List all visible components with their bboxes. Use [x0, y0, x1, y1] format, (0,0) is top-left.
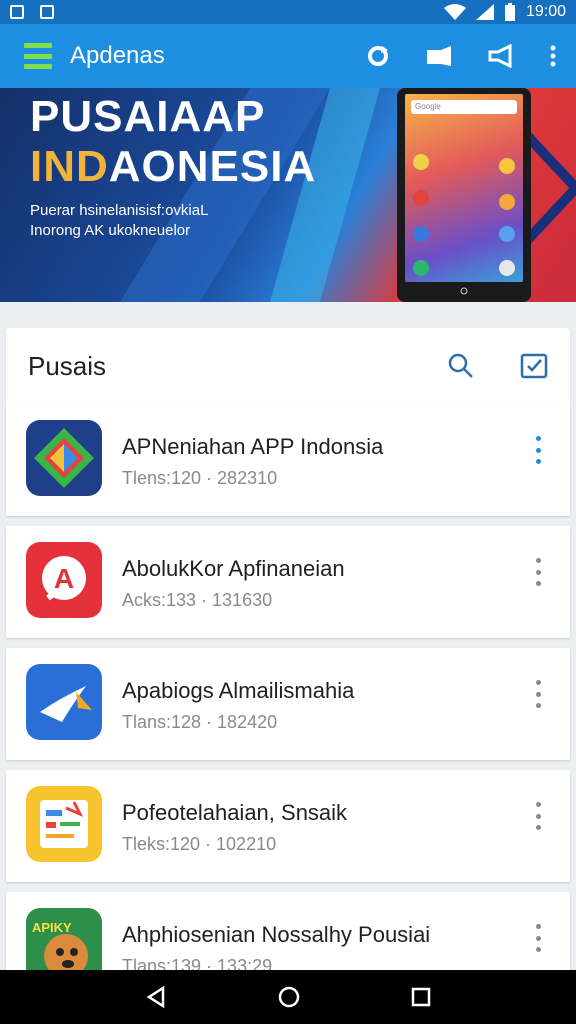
- status-bar: 19:00: [0, 0, 576, 24]
- app-notification-icon: [40, 5, 54, 19]
- recents-icon[interactable]: [411, 987, 431, 1007]
- back-icon[interactable]: [145, 986, 167, 1008]
- wifi-icon: [443, 4, 466, 20]
- checklist-icon[interactable]: [520, 353, 548, 379]
- phone-app-icon: [499, 194, 515, 210]
- app-meta: Tleks:120 · 102210: [122, 834, 277, 854]
- green-diamond-icon: [26, 420, 102, 496]
- list-title: Pusais: [28, 350, 107, 381]
- app-meta: Tlans:128 · 182420: [122, 712, 278, 732]
- more-options-icon[interactable]: [550, 44, 556, 68]
- app-name: Ahphiosenian Nossalhy Pousiai: [122, 922, 431, 947]
- red-a-badge-icon: A: [26, 542, 102, 618]
- svg-text:A: A: [54, 563, 74, 594]
- signal-icon: [475, 4, 494, 20]
- app-title: Apdenas: [70, 42, 165, 69]
- list-item[interactable]: APNeniahan APP Indonsia Tlens:120 · 2823…: [6, 404, 570, 516]
- banner-subtitle-line2: Inorong AK ukokneuelor: [30, 222, 191, 239]
- more-options-icon[interactable]: [534, 924, 542, 952]
- yellow-chart-icon: [26, 786, 102, 862]
- app-name: APNeniahan APP Indonsia: [122, 434, 384, 459]
- banner-title-line2: INDAONESIA: [30, 142, 316, 192]
- megaphone-icon[interactable]: [488, 44, 514, 68]
- app-name: Pofeotelahaian, Snsaik: [122, 800, 348, 825]
- app-meta: Tlens:120 · 282310: [122, 468, 278, 488]
- search-icon[interactable]: [448, 353, 474, 379]
- list-header: Pusais: [6, 328, 570, 404]
- more-options-icon[interactable]: [534, 680, 542, 708]
- promo-banner[interactable]: PUSAIAAP INDAONESIA Puerar hsinelanisisf…: [0, 88, 576, 302]
- phone-app-icon: [413, 226, 429, 242]
- list-item[interactable]: A AbolukKor Apfinaneian Acks:133 · 13163…: [6, 526, 570, 638]
- home-icon[interactable]: [277, 985, 301, 1009]
- app-name: Apabiogs Almailismahia: [122, 678, 355, 703]
- phone-app-icon: [499, 226, 515, 242]
- svg-text:APIKY: APIKY: [32, 920, 72, 935]
- hamburger-menu-icon[interactable]: [24, 43, 52, 69]
- battery-icon: [504, 3, 515, 21]
- more-options-icon[interactable]: [534, 558, 542, 586]
- app-bar: Apdenas: [0, 24, 576, 88]
- banner-subtitle-line1: Puerar hsinelanisisf:ovkiaL: [30, 202, 209, 219]
- more-options-icon[interactable]: [534, 802, 542, 830]
- more-options-icon[interactable]: [534, 436, 542, 464]
- phone-illustration: Google: [397, 88, 531, 302]
- sync-icon[interactable]: [366, 44, 390, 68]
- share-icon[interactable]: [426, 44, 452, 68]
- status-time: 19:00: [525, 3, 566, 20]
- list-item[interactable]: Apabiogs Almailismahia Tlans:128 · 18242…: [6, 648, 570, 760]
- app-meta: Acks:133 · 131630: [122, 590, 273, 610]
- phone-app-icon: [413, 154, 429, 170]
- phone-app-icon: [499, 158, 515, 174]
- gallery-notification-icon: [10, 5, 24, 19]
- phone-screen: Google: [405, 94, 523, 282]
- list-item[interactable]: Pofeotelahaian, Snsaik Tleks:120 · 10221…: [6, 770, 570, 882]
- phone-search-bar: Google: [411, 100, 517, 114]
- banner-title-line2-text: INDAONESIA: [30, 142, 317, 191]
- phone-app-icon: [413, 260, 429, 276]
- phone-home-icon: [460, 287, 468, 295]
- banner-title-line1: PUSAIAAP: [30, 92, 266, 141]
- phone-app-icon: [413, 190, 429, 206]
- blue-plane-icon: [26, 664, 102, 740]
- app-name: AbolukKor Apfinaneian: [122, 556, 345, 581]
- phone-app-icon: [499, 260, 515, 276]
- system-nav-bar: [0, 970, 576, 1024]
